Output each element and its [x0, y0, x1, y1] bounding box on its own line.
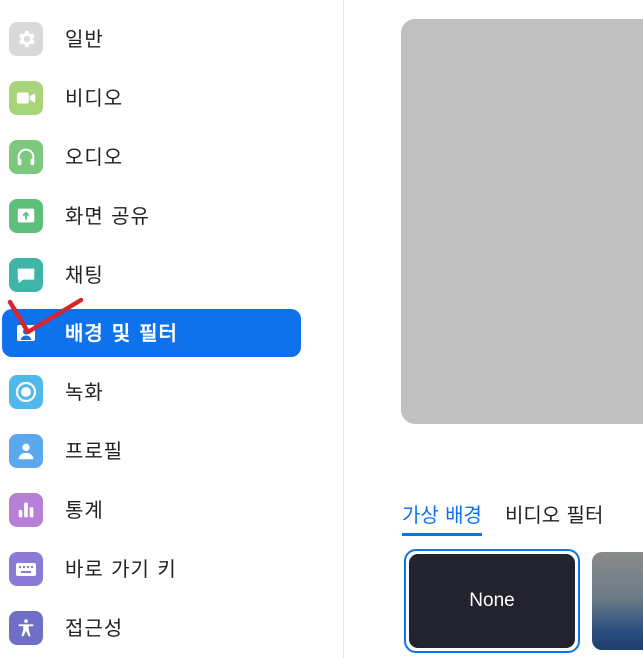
headphones-icon [9, 140, 43, 174]
share-screen-icon [9, 199, 43, 233]
chat-bubble-icon [9, 258, 43, 292]
tab-label: 비디오 필터 [505, 503, 604, 527]
sidebar-item-label: 프로필 [65, 439, 124, 463]
background-option-thumbnail[interactable] [592, 552, 643, 650]
sidebar-item-video[interactable]: 비디오 [2, 74, 301, 122]
sidebar-item-background-filters[interactable]: 배경 및 필터 [2, 309, 301, 357]
sidebar-item-audio[interactable]: 오디오 [2, 133, 301, 181]
sidebar-item-label: 일반 [65, 27, 104, 51]
sidebar-item-label: 통계 [65, 498, 104, 522]
sidebar-item-profile[interactable]: 프로필 [2, 427, 301, 475]
settings-sidebar: 일반 비디오 오디오 화면 공유 채팅 배경 및 필터 녹화 프로필 통계 바로… [0, 0, 344, 658]
video-camera-icon [9, 81, 43, 115]
tab-video-filters[interactable]: 비디오 필터 [505, 500, 603, 536]
sidebar-item-label: 화면 공유 [65, 204, 150, 228]
sidebar-item-label: 바로 가기 키 [65, 557, 177, 581]
sidebar-item-label: 배경 및 필터 [65, 321, 178, 345]
keyboard-icon [9, 552, 43, 586]
bar-chart-icon [9, 493, 43, 527]
record-icon [9, 375, 43, 409]
sidebar-item-label: 오디오 [65, 145, 124, 169]
person-portrait-icon [9, 316, 43, 350]
sidebar-item-label: 녹화 [65, 380, 104, 404]
sidebar-item-chat[interactable]: 채팅 [2, 251, 301, 299]
video-preview [401, 19, 643, 424]
tab-label: 가상 배경 [402, 503, 482, 527]
background-option-none[interactable]: None [404, 549, 580, 653]
sidebar-item-keyboard-shortcuts[interactable]: 바로 가기 키 [2, 545, 301, 593]
sidebar-item-label: 비디오 [65, 86, 124, 110]
tab-virtual-background[interactable]: 가상 배경 [402, 500, 482, 536]
accessibility-icon [9, 611, 43, 645]
background-option-label: None [469, 590, 515, 611]
sidebar-item-general[interactable]: 일반 [2, 15, 301, 63]
sidebar-item-share-screen[interactable]: 화면 공유 [2, 192, 301, 240]
sidebar-item-accessibility[interactable]: 접근성 [2, 604, 301, 652]
sidebar-item-statistics[interactable]: 통계 [2, 486, 301, 534]
sidebar-item-label: 접근성 [65, 616, 124, 640]
sidebar-item-label: 채팅 [65, 263, 104, 287]
gear-icon [9, 22, 43, 56]
sidebar-item-recording[interactable]: 녹화 [2, 368, 301, 416]
person-icon [9, 434, 43, 468]
